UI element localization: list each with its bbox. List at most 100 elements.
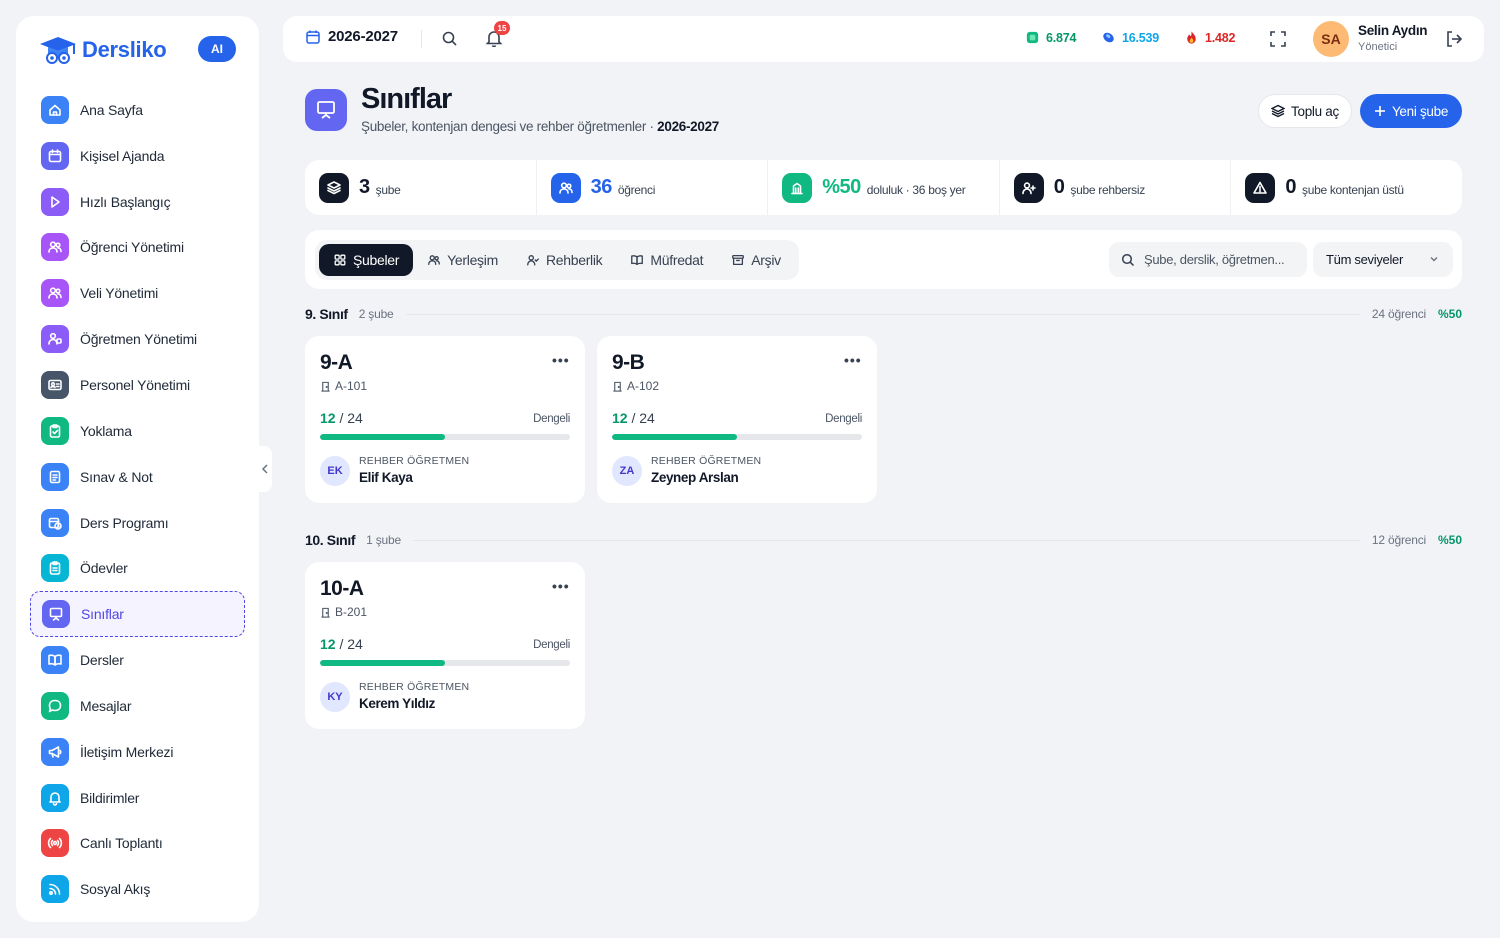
teacher-name: Zeynep Arslan	[651, 470, 739, 485]
sidebar-item-16[interactable]: Bildirimler	[30, 775, 245, 821]
stat-label: şube	[375, 182, 401, 197]
section-count: 1 şube	[366, 533, 401, 547]
more-options-button[interactable]: •••	[552, 578, 570, 594]
sidebar-item-8[interactable]: Yoklama	[30, 408, 245, 454]
academic-year-selector[interactable]: 2026-2027	[305, 28, 398, 45]
stat-card-3: %50 doluluk · 36 boş yer	[768, 160, 1000, 215]
sidebar-item-13[interactable]: Dersler	[30, 637, 245, 683]
sidebar-item-label: Sosyal Akış	[80, 881, 151, 898]
grade-title: 9. Sınıf	[305, 306, 348, 322]
page-subtitle-year: 2026-2027	[657, 119, 720, 134]
door-icon	[320, 381, 335, 392]
sidebar-item-1[interactable]: Ana Sayfa	[30, 87, 245, 133]
capacity-total: / 24	[339, 410, 363, 426]
clipboard-icon	[41, 554, 69, 583]
ai-badge[interactable]: AI	[198, 36, 236, 62]
level-filter-select[interactable]: Tüm seviyeler	[1313, 242, 1453, 277]
capacity: 12 / 24	[612, 410, 655, 426]
teacher-avatar: ZA	[612, 456, 642, 486]
tab-4[interactable]: Müfredat	[616, 244, 717, 276]
fullscreen-icon	[1269, 30, 1287, 48]
topbar-stat-value: 16.539	[1122, 30, 1160, 45]
brand-logo[interactable]: Dersliko	[38, 30, 167, 70]
more-options-button[interactable]: •••	[844, 352, 862, 368]
user-name: Selin Aydın	[1358, 23, 1428, 38]
sidebar-item-14[interactable]: Mesajlar	[30, 683, 245, 729]
sidebar-item-label: Veli Yönetimi	[80, 285, 159, 302]
search-icon	[441, 30, 458, 47]
play-icon	[41, 187, 69, 216]
section-name: 9-B	[612, 351, 645, 374]
topbar-stat-2[interactable]: 16.539	[1101, 30, 1159, 45]
topbar-stat-3[interactable]: 1.482	[1184, 30, 1235, 45]
tab-2[interactable]: Yerleşim	[413, 244, 512, 276]
archive-icon	[731, 253, 751, 267]
sidebar-item-7[interactable]: Personel Yönetimi	[30, 362, 245, 408]
sidebar-item-9[interactable]: Sınav & Not	[30, 454, 245, 500]
classroom: A-102	[612, 379, 659, 393]
search-button[interactable]	[441, 30, 458, 47]
sidebar-item-label: Ödevler	[80, 560, 128, 577]
teacher-name: Kerem Yıldız	[359, 696, 435, 711]
gem-blue-icon	[1101, 30, 1122, 45]
building-icon	[782, 172, 813, 203]
classroom: B-201	[320, 605, 367, 619]
users-icon	[41, 233, 69, 262]
sidebar-item-15[interactable]: İletişim Merkezi	[30, 729, 245, 775]
logout-icon	[1444, 29, 1464, 49]
users-icon	[41, 279, 69, 308]
home-icon	[41, 95, 69, 124]
fill-percent: %50	[1437, 307, 1462, 321]
toolbar: Şubeler Yerleşim Rehberlik Müfredat Arşiv Şu…	[305, 230, 1462, 289]
sidebar-item-2[interactable]: Kişisel Ajanda	[30, 133, 245, 179]
sidebar-item-10[interactable]: Ders Programı	[30, 500, 245, 546]
sidebar-item-label: Personel Yönetimi	[80, 376, 190, 393]
tab-label: Şubeler	[353, 252, 400, 268]
sidebar-item-4[interactable]: Öğrenci Yönetimi	[30, 225, 245, 271]
tab-label: Yerleşim	[447, 252, 498, 268]
topbar-stat-1[interactable]: 6.874	[1025, 30, 1076, 45]
logout-button[interactable]	[1444, 29, 1464, 49]
capacity-total: / 24	[631, 410, 655, 426]
user-avatar[interactable]: SA	[1313, 21, 1349, 57]
more-options-button[interactable]: •••	[552, 352, 570, 368]
divider	[421, 30, 422, 48]
id-card-icon	[41, 370, 69, 399]
sidebar-nav: Ana Sayfa Kişisel Ajanda Hızlı Başlangıç Öğ…	[30, 87, 245, 912]
new-section-button[interactable]: Yeni şube	[1360, 94, 1462, 128]
student-count: 12 öğrenci	[1371, 533, 1426, 547]
tab-3[interactable]: Rehberlik	[512, 244, 616, 276]
section-card[interactable]: 9-A ••• A-101 12 / 24 Dengeli EK REHBER ÖĞRETM…	[305, 336, 585, 503]
search-input[interactable]: Şube, derslik, öğretmen...	[1109, 242, 1307, 277]
sidebar-item-17[interactable]: Canlı Toplantı	[30, 821, 245, 867]
sidebar-item-12[interactable]: Sınıflar	[30, 591, 245, 638]
tab-5[interactable]: Arşiv	[717, 244, 795, 276]
stat-card-1: 3 şube	[305, 160, 537, 215]
sidebar-item-5[interactable]: Veli Yönetimi	[30, 270, 245, 316]
section-card[interactable]: 10-A ••• B-201 12 / 24 Dengeli KY REHBER ÖĞRET…	[305, 562, 585, 729]
bell-icon	[41, 783, 69, 812]
sidebar-item-18[interactable]: Sosyal Akış	[30, 866, 245, 912]
sidebar-item-3[interactable]: Hızlı Başlangıç	[30, 179, 245, 225]
user-plus-icon	[1013, 172, 1044, 203]
sidebar-item-label: Sınıflar	[81, 606, 124, 623]
fullscreen-button[interactable]	[1269, 30, 1287, 48]
page-subtitle: Şubeler, kontenjan dengesi ve rehber öğr…	[361, 119, 719, 134]
presentation-icon	[42, 600, 70, 629]
collapse-sidebar-button[interactable]	[258, 446, 272, 492]
tab-1[interactable]: Şubeler	[319, 244, 414, 276]
document-icon	[41, 462, 69, 491]
teacher-name: Elif Kaya	[359, 470, 413, 485]
sidebar-item-label: Kişisel Ajanda	[80, 147, 165, 164]
sidebar-item-11[interactable]: Ödevler	[30, 545, 245, 591]
balance-status: Dengeli	[825, 413, 862, 425]
stat-value: 36	[590, 176, 613, 198]
bulk-open-button[interactable]: Toplu aç	[1258, 94, 1352, 128]
balance-status: Dengeli	[533, 413, 570, 425]
level-filter-value: Tüm seviyeler	[1326, 252, 1404, 267]
section-name: 10-A	[320, 577, 364, 600]
page-subtitle-text: Şubeler, kontenjan dengesi ve rehber öğr…	[361, 119, 658, 134]
enrolled-count: 12	[320, 410, 336, 426]
sidebar-item-6[interactable]: Öğretmen Yönetimi	[30, 316, 245, 362]
section-card[interactable]: 9-B ••• A-102 12 / 24 Dengeli ZA REHBER ÖĞRETM…	[597, 336, 877, 503]
